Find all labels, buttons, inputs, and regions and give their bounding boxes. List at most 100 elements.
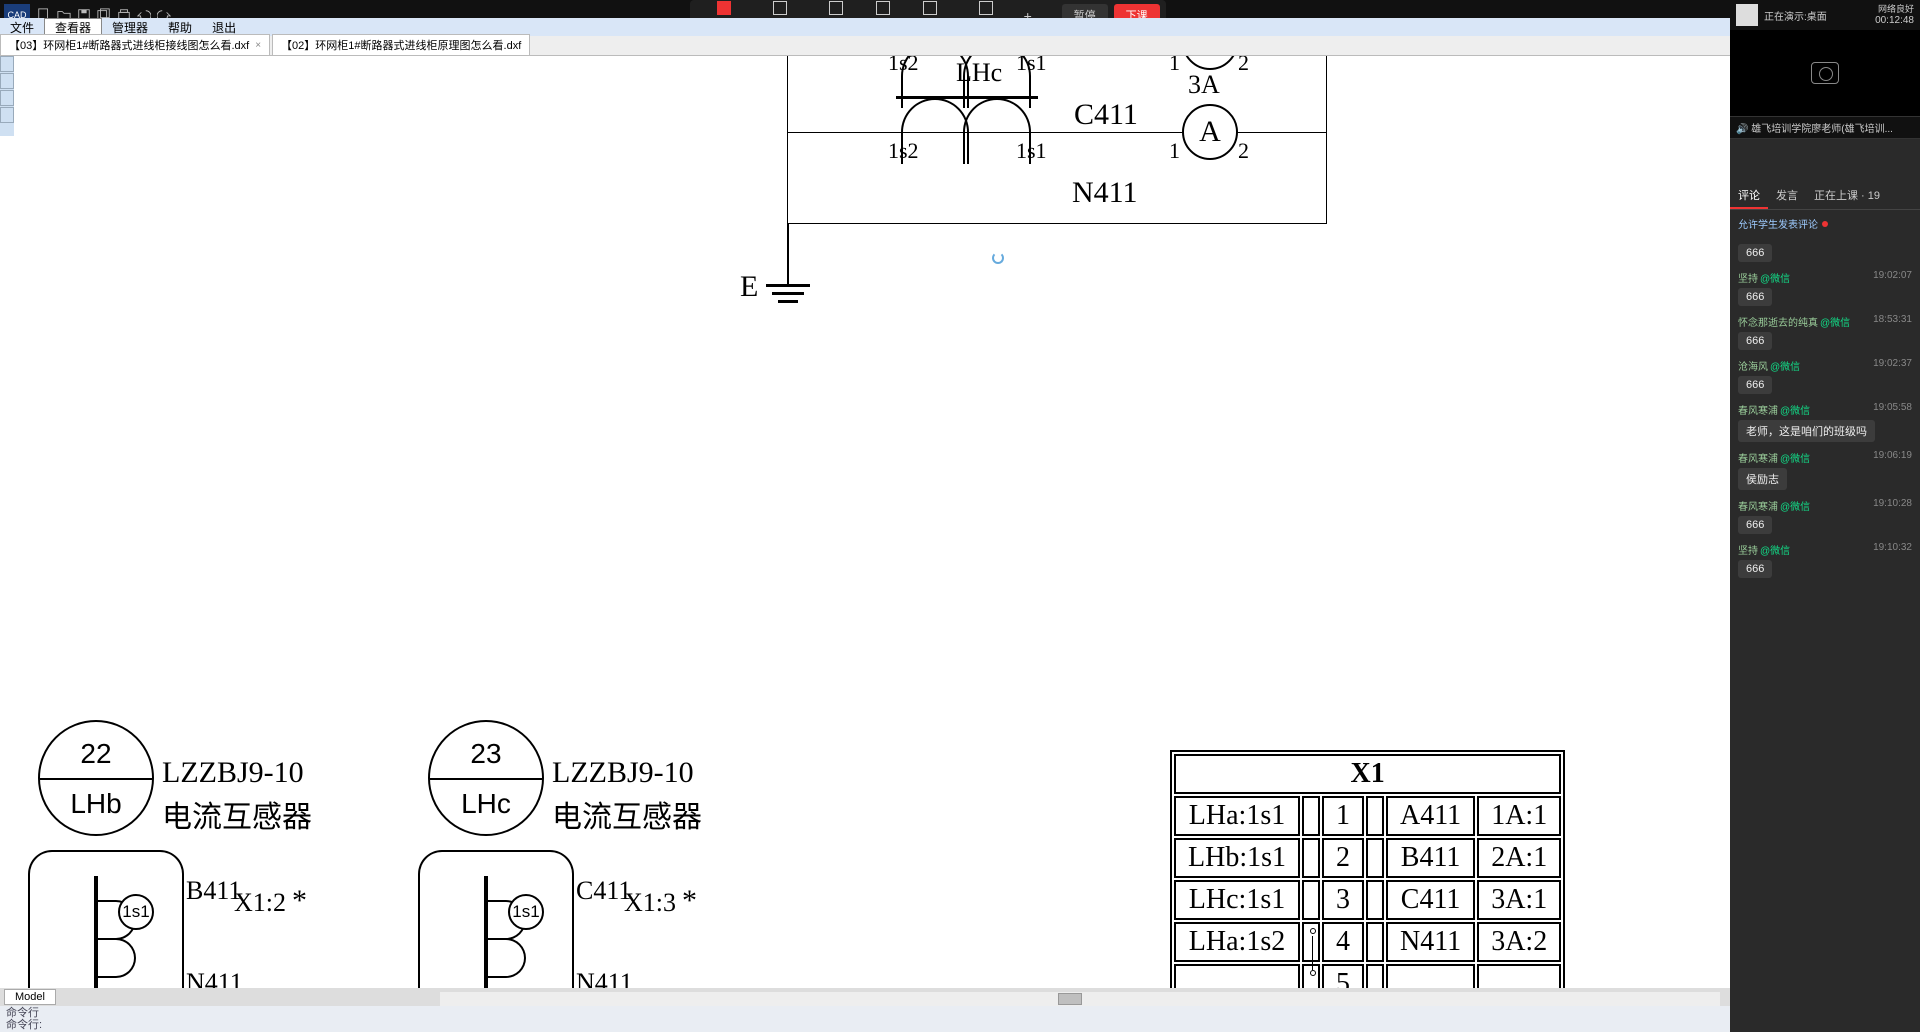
node-label: 1s1 <box>508 894 544 930</box>
x1-title: X1 <box>1174 754 1561 794</box>
tab-comments[interactable]: 评论 <box>1730 183 1768 209</box>
camera-icon <box>1811 62 1839 84</box>
component-bubble: 23 LHc <box>428 720 544 836</box>
chat-bubble: 666 <box>1738 332 1772 350</box>
chat-bubble: 666 <box>1738 288 1772 306</box>
camera-preview[interactable] <box>1730 30 1920 116</box>
presenter-bar: 正在演示:桌面 网络良好 00:12:48 <box>1730 0 1920 30</box>
chat-message: 春风寒浦@微信19:05:58老师，这是咱们的班级吗 <box>1730 398 1920 446</box>
x1-jumper <box>1302 796 1320 836</box>
x1-cell: 1A:1 <box>1477 796 1561 836</box>
star-mark: * <box>682 884 697 918</box>
command-history: 命令行 <box>6 1007 1724 1019</box>
close-icon[interactable]: × <box>255 40 261 51</box>
x1-cell: 3A:1 <box>1477 880 1561 920</box>
x1-cell: LHa:1s1 <box>1174 796 1300 836</box>
ammeter-icon: A <box>1182 56 1238 70</box>
drawing-canvas[interactable]: 1s2 LHc 1s1 1 2 A 1s2 1s1 C411 3A A 1 2 … <box>14 56 1730 998</box>
chat-tabs: 评论 发言 正在上课 · 19 <box>1730 183 1920 210</box>
chat-bubble: 侯励志 <box>1738 468 1787 490</box>
terminal-label: 1s1 <box>1016 138 1047 164</box>
pin-label: 1 <box>1169 138 1180 164</box>
component-ref: LHc <box>430 788 542 820</box>
terminal-ref: X1:3 <box>624 888 676 918</box>
horizontal-scrollbar[interactable] <box>440 992 1720 1006</box>
pin-label: 1 <box>1169 56 1180 76</box>
scrollbar-thumb[interactable] <box>1058 993 1082 1005</box>
chat-message: 坚持@微信19:02:07666 <box>1730 266 1920 310</box>
tab-speak[interactable]: 发言 <box>1768 183 1806 209</box>
ground-icon <box>766 284 810 287</box>
coil-icon <box>901 98 1031 132</box>
menu-exit[interactable]: 退出 <box>202 19 246 36</box>
node-label: 1s1 <box>118 894 154 930</box>
component-bubble: 22 LHb <box>38 720 154 836</box>
tab-attendees[interactable]: 正在上课 · 19 <box>1806 183 1888 209</box>
chat-message: 666 <box>1730 237 1920 266</box>
coil-ref-label: LHc <box>956 58 1002 88</box>
pin-label: 2 <box>1238 56 1249 76</box>
allow-comments-toggle[interactable]: 允许学生发表评论 <box>1730 210 1920 237</box>
component-ref: LHb <box>40 788 152 820</box>
pin-label: 2 <box>1238 138 1249 164</box>
ammeter-icon: A <box>1182 104 1238 160</box>
ground-icon <box>772 292 804 295</box>
chat-bubble: 666 <box>1738 560 1772 578</box>
x1-cell: 2 <box>1322 838 1364 878</box>
terminal-label: 1s2 <box>888 56 919 76</box>
x1-cell: LHa:1s2 <box>1174 922 1300 962</box>
chat-bubble: 666 <box>1738 516 1772 534</box>
chat-list: 坚持@微信19:02:07666怀念那逝去的纯真@微信18:53:31666沧海… <box>1730 266 1920 582</box>
x1-cell: 1 <box>1322 796 1364 836</box>
chat-message: 春风寒浦@微信19:06:19侯励志 <box>1730 446 1920 494</box>
wire-label: C411 <box>1074 98 1138 132</box>
terminal-label: 1s2 <box>888 138 919 164</box>
model-tab[interactable]: Model <box>4 989 56 1005</box>
ct-symbol-box: 1s1 <box>418 850 574 998</box>
loading-spinner-icon <box>992 252 1004 264</box>
x1-cell: A411 <box>1386 796 1475 836</box>
component-number: 22 <box>40 738 152 770</box>
chat-bubble: 老师，这是咱们的班级吗 <box>1738 420 1875 442</box>
menu-manager[interactable]: 管理器 <box>102 19 158 36</box>
avatar <box>1736 4 1758 26</box>
x1-cell: C411 <box>1386 880 1475 920</box>
chat-message: 春风寒浦@微信19:10:28666 <box>1730 494 1920 538</box>
x1-cell: 4 <box>1322 922 1364 962</box>
component-desc: 电流互感器 <box>552 792 702 836</box>
component-model: LZZBJ9-10 <box>552 756 694 790</box>
x1-cell: 2A:1 <box>1477 838 1561 878</box>
notification-dot-icon <box>1822 221 1828 227</box>
wire-label: N411 <box>1072 176 1138 210</box>
x1-cell: LHb:1s1 <box>1174 838 1300 878</box>
x1-cell: 3A:2 <box>1477 922 1561 962</box>
wire-line <box>787 224 789 284</box>
ground-icon <box>778 300 798 303</box>
left-tool-ribbon[interactable] <box>0 56 14 136</box>
chat-bubble: 666 <box>1738 244 1772 262</box>
wire-line <box>788 132 1326 133</box>
x1-cell: N411 <box>1386 922 1475 962</box>
x1-cell: B411 <box>1386 838 1475 878</box>
x1-cell: 3 <box>1322 880 1364 920</box>
x1-jumper <box>1366 796 1384 836</box>
command-bar[interactable]: 命令行 命令行: <box>0 1006 1730 1032</box>
document-tabs: 【03】环网柜1#断路器式进线柜接线图怎么看.dxf× 【02】环网柜1#断路器… <box>0 36 1730 56</box>
doc-tab-2[interactable]: 【02】环网柜1#断路器式进线柜原理图怎么看.dxf <box>272 34 530 55</box>
component-number: 23 <box>430 738 542 770</box>
x1-cell: LHc:1s1 <box>1174 880 1300 920</box>
menu-help[interactable]: 帮助 <box>158 19 202 36</box>
x1-terminal-table: X1 LHa:1s1 1 A411 1A:1 LHb:1s1 2 B411 2A… <box>1170 750 1565 998</box>
chat-bubble: 666 <box>1738 376 1772 394</box>
component-model: LZZBJ9-10 <box>162 756 304 790</box>
terminal-label: 1s1 <box>1016 56 1047 76</box>
elapsed-time: 00:12:48 <box>1875 15 1914 26</box>
command-prompt: 命令行: <box>6 1019 1724 1031</box>
menu-file[interactable]: 文件 <box>0 19 44 36</box>
component-desc: 电流互感器 <box>162 792 312 836</box>
doc-tab-1[interactable]: 【03】环网柜1#断路器式进线柜接线图怎么看.dxf× <box>0 34 270 55</box>
chat-message: 怀念那逝去的纯真@微信18:53:31666 <box>1730 310 1920 354</box>
rating-label: 3A <box>1188 70 1220 100</box>
star-mark: * <box>292 884 307 918</box>
meeting-side-panel: 正在演示:桌面 网络良好 00:12:48 🔊 雄飞培训学院廖老师(雄飞培训..… <box>1730 0 1920 1032</box>
